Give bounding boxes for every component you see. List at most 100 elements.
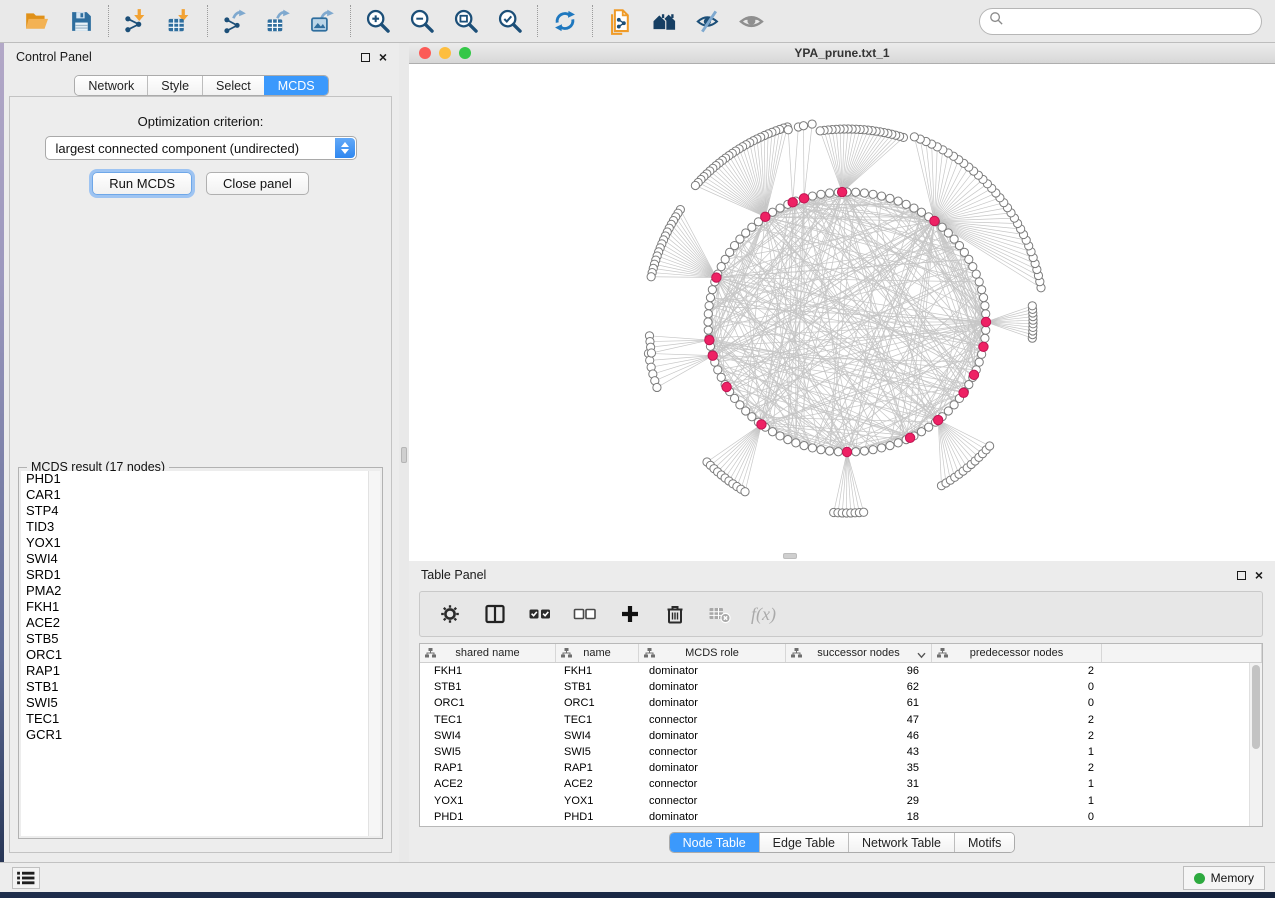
zoom-selected-icon[interactable]: [496, 7, 524, 35]
cell-predecessor-nodes: 0: [932, 695, 1102, 711]
add-column-icon[interactable]: [616, 600, 644, 628]
cell-name: FKH1: [556, 663, 639, 679]
delete-column-icon[interactable]: [661, 600, 689, 628]
mcds-result-item[interactable]: FKH1: [21, 599, 380, 615]
table-row[interactable]: SWI5SWI5connector431: [420, 744, 1249, 760]
mcds-result-item[interactable]: CAR1: [21, 487, 380, 503]
close-panel-button[interactable]: Close panel: [206, 172, 309, 195]
tab-motifs[interactable]: Motifs: [954, 833, 1014, 852]
column-header-name[interactable]: name: [556, 644, 639, 662]
column-header-shared-name[interactable]: shared name: [420, 644, 556, 662]
tab-network-table[interactable]: Network Table: [848, 833, 954, 852]
mcds-result-item[interactable]: PHD1: [21, 471, 380, 487]
cell-mcds-role: connector: [639, 744, 786, 760]
refresh-icon[interactable]: [551, 7, 579, 35]
zoom-in-icon[interactable]: [364, 7, 392, 35]
tab-mcds[interactable]: MCDS: [264, 76, 328, 95]
scrollbar-thumb[interactable]: [1252, 665, 1260, 749]
export-table-icon[interactable]: [265, 7, 293, 35]
zoom-out-icon[interactable]: [408, 7, 436, 35]
mcds-result-item[interactable]: STB1: [21, 679, 380, 695]
mcds-result-item[interactable]: RAP1: [21, 663, 380, 679]
criterion-dropdown[interactable]: largest connected component (undirected): [45, 136, 357, 160]
export-network-icon[interactable]: [221, 7, 249, 35]
splitter-grip[interactable]: [401, 447, 407, 463]
tab-network[interactable]: Network: [75, 76, 147, 95]
mcds-result-item[interactable]: TID3: [21, 519, 380, 535]
column-header-mcds-role[interactable]: MCDS role: [639, 644, 786, 662]
houses-icon[interactable]: [650, 7, 678, 35]
float-window-icon[interactable]: [1237, 571, 1246, 580]
function-builder-icon[interactable]: f(x): [751, 604, 776, 625]
settings-gear-icon[interactable]: [436, 600, 464, 628]
mcds-result-item[interactable]: ORC1: [21, 647, 380, 663]
export-image-icon[interactable]: [309, 7, 337, 35]
table-row[interactable]: TEC1TEC1connector472: [420, 712, 1249, 728]
table-row[interactable]: PHD1PHD1dominator180: [420, 809, 1249, 825]
network-canvas[interactable]: [409, 64, 1275, 561]
deselect-all-icon[interactable]: [571, 600, 599, 628]
mcds-result-item[interactable]: ACE2: [21, 615, 380, 631]
tab-node-table[interactable]: Node Table: [670, 833, 759, 852]
import-table-icon[interactable]: [166, 7, 194, 35]
mcds-result-item[interactable]: STP4: [21, 503, 380, 519]
import-network-icon[interactable]: [122, 7, 150, 35]
table-row[interactable]: ORC1ORC1dominator610: [420, 695, 1249, 711]
tab-style[interactable]: Style: [147, 76, 202, 95]
search-input[interactable]: [1009, 11, 1261, 31]
close-panel-icon[interactable]: ×: [1255, 570, 1263, 580]
status-bar: Memory: [0, 862, 1275, 892]
table-row[interactable]: ACE2ACE2connector311: [420, 776, 1249, 792]
mcds-result-item[interactable]: PMA2: [21, 583, 380, 599]
delete-table-icon[interactable]: [706, 600, 734, 628]
tab-edge-table[interactable]: Edge Table: [759, 833, 848, 852]
close-panel-icon[interactable]: ×: [379, 52, 387, 62]
select-all-icon[interactable]: [526, 600, 554, 628]
network-titlebar[interactable]: YPA_prune.txt_1: [409, 43, 1275, 64]
network-document-icon[interactable]: [606, 7, 634, 35]
table-row[interactable]: STB1STB1dominator620: [420, 679, 1249, 695]
column-header-successor-nodes[interactable]: successor nodes: [786, 644, 932, 662]
open-session-icon[interactable]: [23, 7, 51, 35]
memory-button[interactable]: Memory: [1183, 866, 1265, 890]
horizontal-splitter-grip[interactable]: [783, 553, 797, 559]
table-vertical-scrollbar[interactable]: [1249, 663, 1262, 826]
mcds-result-item[interactable]: TEC1: [21, 711, 380, 727]
run-mcds-button[interactable]: Run MCDS: [92, 172, 192, 195]
network-view[interactable]: [409, 64, 1275, 561]
vertical-splitter[interactable]: [399, 43, 409, 862]
table-row[interactable]: SWI4SWI4dominator462: [420, 728, 1249, 744]
save-session-icon[interactable]: [67, 7, 95, 35]
mcds-list-scrollbar[interactable]: [368, 471, 380, 836]
cell-name: ACE2: [556, 776, 639, 792]
cell-successor-nodes: 62: [786, 679, 932, 695]
mcds-result-item[interactable]: SWI5: [21, 695, 380, 711]
table-row[interactable]: YOX1YOX1connector291: [420, 793, 1249, 809]
tab-select[interactable]: Select: [202, 76, 264, 95]
mcds-result-item[interactable]: SRD1: [21, 567, 380, 583]
memory-status-dot: [1194, 873, 1205, 884]
network-window: YPA_prune.txt_1: [409, 43, 1275, 561]
column-header-predecessor-nodes[interactable]: predecessor nodes: [932, 644, 1102, 662]
hide-selected-eye-slash-icon[interactable]: [694, 7, 722, 35]
table-row[interactable]: RAP1RAP1dominator352: [420, 760, 1249, 776]
cell-mcds-role: dominator: [639, 728, 786, 744]
cell-name: SWI4: [556, 728, 639, 744]
mcds-result-item[interactable]: STB5: [21, 631, 380, 647]
cell-name: STB1: [556, 679, 639, 695]
mcds-result-item[interactable]: YOX1: [21, 535, 380, 551]
zoom-fit-icon[interactable]: [452, 7, 480, 35]
cell-shared-name: SWI4: [420, 728, 556, 744]
float-window-icon[interactable]: [361, 53, 370, 62]
search-box[interactable]: [979, 8, 1262, 35]
mcds-result-item[interactable]: GCR1: [21, 727, 380, 743]
task-history-button[interactable]: [12, 867, 40, 889]
show-all-eye-icon[interactable]: [738, 7, 766, 35]
mcds-result-list[interactable]: PHD1CAR1STP4TID3YOX1SWI4SRD1PMA2FKH1ACE2…: [21, 471, 380, 836]
memory-label: Memory: [1211, 871, 1254, 885]
desktop: Control Panel × NetworkStyleSelectMCDS O…: [0, 0, 1275, 898]
show-columns-icon[interactable]: [481, 600, 509, 628]
cell-predecessor-nodes: 0: [932, 679, 1102, 695]
table-row[interactable]: FKH1FKH1dominator962: [420, 663, 1249, 679]
mcds-result-item[interactable]: SWI4: [21, 551, 380, 567]
